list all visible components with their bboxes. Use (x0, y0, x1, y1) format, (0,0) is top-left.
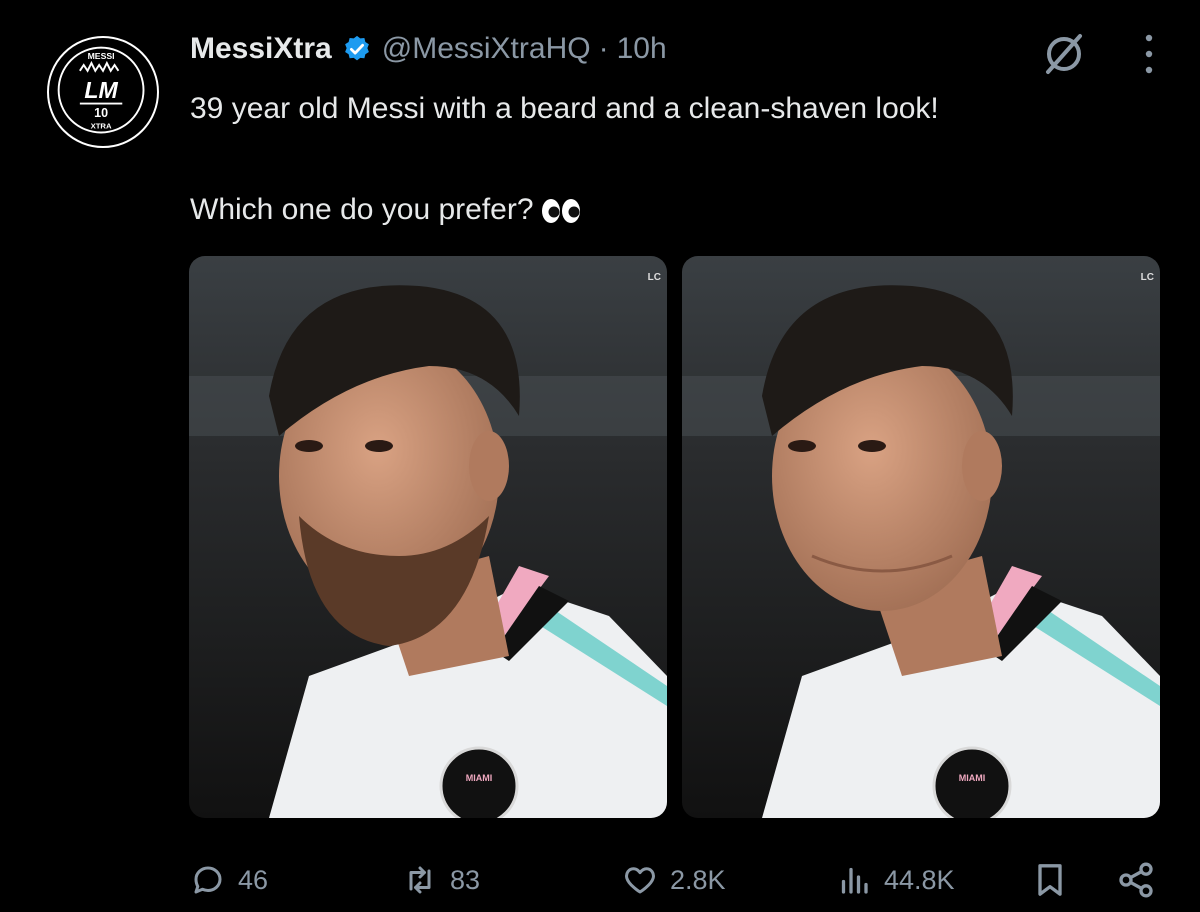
repost-button[interactable]: 83 (402, 856, 480, 904)
photo-clean-shaven-image: MIAMI LC (682, 256, 1160, 818)
tweet-text-line1: 39 year old Messi with a beard and a cle… (190, 92, 939, 125)
crest-text: MIAMI (466, 773, 493, 783)
photo-watermark: LC (1141, 272, 1154, 283)
photo-watermark: LC (648, 272, 661, 283)
views-button[interactable]: 44.8K (836, 856, 955, 904)
reply-button[interactable]: 46 (190, 856, 268, 904)
logo-ring-bottom: XTRA (91, 122, 112, 131)
tweet-question: Which one do you prefer? (190, 193, 534, 226)
eyes-emoji-icon (540, 196, 584, 226)
media-photo-clean-shaven[interactable]: MIAMI LC (682, 256, 1160, 818)
logo-text: LM (84, 77, 118, 103)
tweet-header: MessiXtra @MessiXtraHQ · 10h (190, 24, 667, 74)
tweet-top-actions (1040, 30, 1154, 78)
grok-icon[interactable] (1040, 30, 1088, 78)
repost-count: 83 (450, 864, 481, 895)
like-button[interactable]: 2.8K (622, 856, 726, 904)
logo-number: 10 (94, 106, 108, 120)
repost-icon (409, 866, 431, 894)
tweet-text-line2: Which one do you prefer? (190, 187, 1170, 233)
tweet-text: 39 year old Messi with a beard and a cle… (190, 86, 1170, 233)
media-photo-bearded[interactable]: MIAMI LC (189, 256, 667, 818)
reply-count: 46 (238, 864, 269, 895)
reply-icon (194, 866, 222, 894)
tweet-action-bar: 46 83 2.8K 44.8K (190, 856, 1170, 904)
logo-ring-top: MESSI (88, 51, 115, 61)
views-icon (841, 867, 868, 894)
views-count: 44.8K (884, 864, 955, 895)
author-avatar[interactable]: MESSI LM 10 XTRA (47, 36, 159, 148)
like-count: 2.8K (670, 864, 726, 895)
share-icon[interactable] (1116, 860, 1156, 900)
bookmark-icon[interactable] (1030, 860, 1070, 900)
more-vertical-icon[interactable] (1144, 32, 1154, 76)
tweet-time[interactable]: 10h (617, 32, 667, 66)
author-handle[interactable]: @MessiXtraHQ (382, 32, 591, 66)
meta-separator: · (598, 32, 609, 65)
photo-bearded-image: MIAMI LC (189, 256, 667, 818)
messixtra-logo: MESSI LM 10 XTRA (57, 46, 145, 134)
heart-icon (625, 867, 655, 894)
author-name[interactable]: MessiXtra (190, 32, 332, 66)
crest-text: MIAMI (959, 773, 986, 783)
verified-badge-icon (344, 35, 369, 61)
